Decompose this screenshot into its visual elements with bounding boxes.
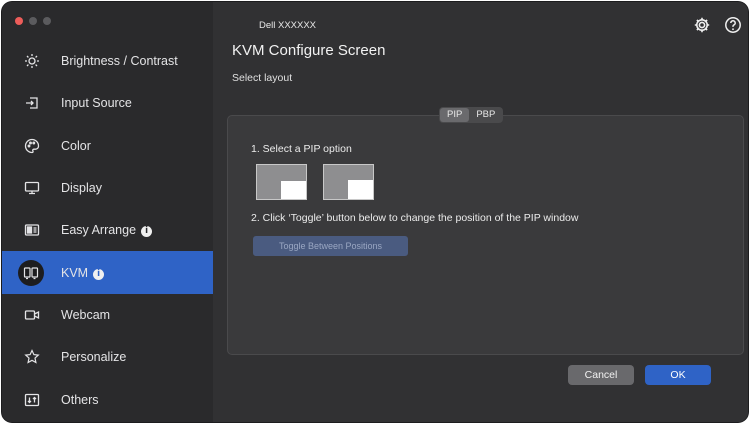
tab-pip[interactable]: PIP xyxy=(440,108,470,122)
page-title: KVM Configure Screen xyxy=(232,42,386,59)
minimize-window-button[interactable] xyxy=(29,17,37,25)
sidebar-item-webcam[interactable]: Webcam xyxy=(2,294,213,336)
sidebar-item-label: Brightness / Contrast xyxy=(61,54,178,69)
ok-button[interactable]: OK xyxy=(645,365,711,385)
step2-label: 2. Click ‘Toggle’ button below to change… xyxy=(251,212,579,224)
input-source-icon xyxy=(20,91,44,115)
sidebar-item-label: Webcam xyxy=(61,307,111,322)
step1-label: 1. Select a PIP option xyxy=(251,143,352,155)
pip-option-bottom-right[interactable] xyxy=(256,164,307,200)
pip-inset-window xyxy=(281,181,306,199)
sidebar-item-personalize[interactable]: Personalize xyxy=(2,336,213,378)
app-window: Brightness / Contrast Input Source Color… xyxy=(2,2,748,422)
star-icon xyxy=(20,345,44,369)
tab-pbp[interactable]: PBP xyxy=(469,108,502,122)
window-controls xyxy=(15,17,51,25)
pip-inset-window xyxy=(348,180,373,199)
sidebar-item-color[interactable]: Color xyxy=(2,125,213,167)
sidebar-nav: Brightness / Contrast Input Source Color… xyxy=(2,40,213,421)
sidebar-item-label: Color xyxy=(61,138,91,153)
info-icon[interactable]: i xyxy=(93,268,105,280)
sidebar-item-label: Easy Arrange i xyxy=(61,223,153,238)
kvm-icon xyxy=(18,259,44,286)
monitor-name: Dell XXXXXX xyxy=(259,20,317,31)
palette-icon xyxy=(20,134,44,158)
cancel-button[interactable]: Cancel xyxy=(568,365,634,385)
sidebar-item-label: KVM i xyxy=(61,266,105,280)
settings-gear-icon[interactable] xyxy=(693,16,711,34)
sidebar-item-others[interactable]: Others xyxy=(2,378,213,420)
sidebar: Brightness / Contrast Input Source Color… xyxy=(2,2,213,422)
easy-arrange-icon xyxy=(20,218,44,242)
sidebar-item-label: Others xyxy=(61,392,99,407)
others-icon xyxy=(20,388,44,412)
monitor-icon xyxy=(20,176,44,200)
layout-segmented-control: PIP PBP xyxy=(439,107,504,123)
sidebar-item-input-source[interactable]: Input Source xyxy=(2,82,213,124)
sidebar-item-label: Personalize xyxy=(61,350,127,365)
webcam-icon xyxy=(20,303,44,327)
sidebar-item-label: Input Source xyxy=(61,96,132,111)
sidebar-item-label: Display xyxy=(61,181,102,196)
page-subtitle: Select layout xyxy=(232,72,293,84)
close-window-button[interactable] xyxy=(15,17,23,25)
pip-option-top-right[interactable] xyxy=(323,164,374,200)
sidebar-item-easy-arrange[interactable]: Easy Arrange i xyxy=(2,209,213,251)
info-icon[interactable]: i xyxy=(141,226,153,238)
toggle-positions-button[interactable]: Toggle Between Positions xyxy=(253,236,408,256)
main-content: Dell XXXXXX KVM Configure Screen Select … xyxy=(213,2,748,422)
help-icon[interactable] xyxy=(724,16,742,34)
sidebar-item-kvm[interactable]: KVM i xyxy=(2,251,213,294)
sun-icon xyxy=(20,49,44,73)
sidebar-item-display[interactable]: Display xyxy=(2,167,213,209)
sidebar-item-brightness-contrast[interactable]: Brightness / Contrast xyxy=(2,40,213,82)
zoom-window-button[interactable] xyxy=(43,17,51,25)
